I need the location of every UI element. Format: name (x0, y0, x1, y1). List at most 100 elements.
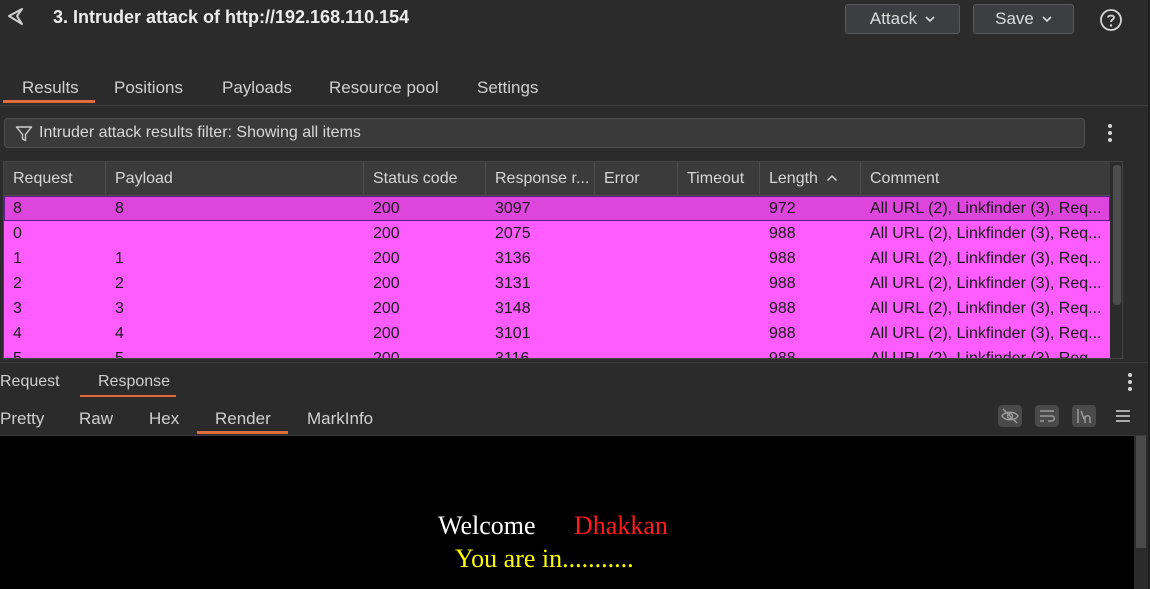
tab-request[interactable]: Request (0, 373, 60, 391)
login-message: You are in........... (455, 544, 634, 573)
cell-status: 200 (373, 325, 400, 342)
results-filter-bar[interactable]: Intruder attack results filter: Showing … (4, 118, 1085, 148)
column-header-response-received[interactable]: Response r... (486, 162, 595, 194)
chevron-down-icon (1042, 16, 1052, 23)
tab-raw[interactable]: Raw (79, 409, 113, 429)
tab-payloads[interactable]: Payloads (222, 78, 292, 98)
table-scroll-thumb[interactable] (1113, 165, 1121, 305)
cell-error (595, 221, 678, 246)
column-header-comment[interactable]: Comment (861, 162, 1110, 194)
cell-payload (106, 221, 364, 246)
window-header: 3. Intruder attack of http://192.168.110… (0, 0, 1150, 62)
column-header-payload[interactable]: Payload (106, 162, 364, 194)
cell-response: 3131 (495, 275, 531, 292)
cell-status: 200 (373, 300, 400, 317)
active-tab-indicator (3, 100, 95, 103)
column-header-timeout[interactable]: Timeout (678, 162, 760, 194)
filter-text: Intruder attack results filter: Showing … (39, 124, 361, 141)
column-header-status-code[interactable]: Status code (364, 162, 486, 194)
cell-payload: 2 (115, 275, 124, 292)
hide-nonprintable-toggle[interactable] (998, 405, 1022, 427)
cell-response: 3136 (495, 250, 531, 267)
column-header-request[interactable]: Request (4, 162, 106, 194)
cell-error (595, 296, 678, 321)
tab-response[interactable]: Response (98, 373, 170, 391)
table-row[interactable]: 3 3 200 3148 988 All URL (2), Linkfinder (3),… (4, 296, 1110, 321)
menu-icon[interactable] (1114, 408, 1132, 424)
table-row[interactable]: 2 2 200 3131 988 All URL (2), Linkfinder (3),… (4, 271, 1110, 296)
welcome-text: Welcome (438, 511, 536, 540)
cell-payload: 1 (115, 250, 124, 267)
table-row[interactable]: 8 8 200 3097 972 All URL (2), Linkfinder (3),… (4, 196, 1110, 221)
cell-request: 0 (13, 225, 22, 242)
cell-status: 200 (373, 275, 400, 292)
cell-request: 2 (13, 275, 22, 292)
cell-comment: All URL (2), Linkfinder (3), Req... (870, 250, 1102, 267)
more-options-icon[interactable] (1102, 121, 1118, 145)
cell-error (595, 321, 678, 346)
tab-pretty[interactable]: Pretty (0, 409, 44, 429)
more-options-icon[interactable] (1122, 371, 1138, 393)
tab-render[interactable]: Render (215, 409, 271, 429)
cell-length: 988 (769, 275, 796, 292)
cell-timeout (678, 321, 760, 346)
save-button-label: Save (995, 9, 1034, 28)
cell-length: 988 (769, 325, 796, 342)
cell-status: 200 (373, 250, 400, 267)
cell-payload: 8 (115, 200, 124, 217)
cell-payload: 4 (115, 325, 124, 342)
cell-length: 972 (769, 200, 796, 217)
cell-status: 200 (373, 200, 400, 217)
attack-button[interactable]: Attack (845, 4, 960, 34)
render-scroll-thumb[interactable] (1136, 436, 1146, 548)
cell-request: 3 (13, 300, 22, 317)
newline-icon (1077, 409, 1091, 423)
tab-positions[interactable]: Positions (114, 78, 183, 98)
cell-timeout (678, 271, 760, 296)
column-header-length-label: Length (769, 170, 818, 187)
cell-response: 3101 (495, 325, 531, 342)
tab-results[interactable]: Results (22, 78, 79, 98)
intruder-icon (8, 8, 23, 25)
word-wrap-toggle[interactable] (1035, 405, 1059, 427)
cell-comment: All URL (2), Linkfinder (3), Req... (870, 350, 1102, 359)
table-row[interactable]: 5 5 200 3116 988 All URL (2), Linkfinder (3),… (4, 346, 1110, 359)
active-tab-indicator (80, 395, 176, 397)
tab-hex[interactable]: Hex (149, 409, 179, 429)
cell-timeout (678, 221, 760, 246)
cell-response: 2075 (495, 225, 531, 242)
show-newlines-toggle[interactable] (1072, 405, 1096, 427)
cell-status: 200 (373, 225, 400, 242)
response-view-tabs: Pretty Raw Hex Render MarkInfo (0, 398, 1148, 436)
column-header-length[interactable]: Length (760, 162, 861, 194)
table-row[interactable]: 4 4 200 3101 988 All URL (2), Linkfinder (3),… (4, 321, 1110, 346)
eye-slash-icon (1001, 408, 1019, 424)
table-row[interactable]: 1 1 200 3136 988 All URL (2), Linkfinder (3),… (4, 246, 1110, 271)
cell-response: 3148 (495, 300, 531, 317)
cell-timeout (678, 246, 760, 271)
tab-settings[interactable]: Settings (477, 78, 538, 98)
tab-resource-pool[interactable]: Resource pool (329, 78, 439, 98)
column-header-error[interactable]: Error (595, 162, 678, 194)
cell-timeout (678, 346, 760, 358)
cell-request: 4 (13, 325, 22, 342)
table-scrollbar[interactable] (1112, 163, 1122, 358)
cell-request: 1 (13, 250, 22, 267)
cell-length: 988 (769, 225, 796, 242)
chevron-down-icon (925, 16, 935, 23)
sort-ascending-icon (827, 174, 838, 182)
active-tab-indicator (197, 431, 288, 434)
message-panel-tabs: Request Response (0, 362, 1148, 399)
cell-comment: All URL (2), Linkfinder (3), Req... (870, 325, 1102, 342)
cell-payload: 5 (115, 350, 124, 359)
cell-length: 988 (769, 300, 796, 317)
help-icon[interactable] (1099, 8, 1123, 32)
username-text: Dhakkan (574, 511, 668, 540)
cell-error (595, 346, 678, 358)
tab-markinfo[interactable]: MarkInfo (307, 409, 373, 429)
save-button[interactable]: Save (973, 4, 1074, 34)
table-row[interactable]: 0 200 2075 988 All URL (2), Linkfinder (3), … (4, 221, 1110, 246)
cell-length: 988 (769, 250, 796, 267)
cell-timeout (678, 296, 760, 321)
render-scrollbar[interactable] (1134, 436, 1148, 589)
